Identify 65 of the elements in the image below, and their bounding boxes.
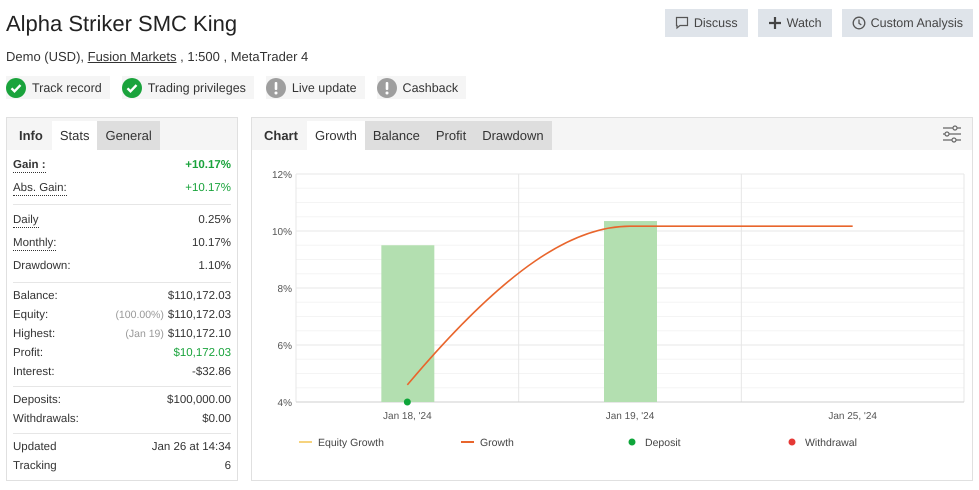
plus-icon bbox=[768, 16, 782, 30]
action-button[interactable]: Discuss bbox=[664, 9, 748, 37]
legend-label: Deposit bbox=[645, 437, 681, 449]
axis-label: 10% bbox=[272, 227, 292, 238]
stat-label: Updated bbox=[13, 440, 56, 455]
stat-label: Deposits: bbox=[13, 393, 61, 408]
stat-value: $110,172.10 bbox=[168, 327, 231, 342]
tab[interactable]: Profit bbox=[428, 121, 474, 150]
stat-value: -$32.86 bbox=[192, 365, 231, 380]
stat-label: Abs. Gain: bbox=[13, 181, 67, 196]
stat-label: Tracking bbox=[13, 459, 57, 474]
tab[interactable]: Growth bbox=[306, 121, 365, 150]
status-badge: Live update bbox=[266, 76, 365, 99]
stat-value: $100,000.00 bbox=[167, 393, 231, 408]
axis-label: 4% bbox=[278, 398, 292, 409]
stat-value: 10.17% bbox=[192, 236, 231, 251]
panel-heading: Chart bbox=[263, 128, 299, 142]
axis-label: Jan 25, '24 bbox=[828, 411, 877, 422]
axis-label: 6% bbox=[278, 341, 292, 352]
action-button[interactable]: Custom Analysis bbox=[842, 9, 973, 37]
panel-heading: Info bbox=[18, 128, 44, 142]
account-info: Demo (USD), bbox=[6, 49, 86, 64]
stat-label: Balance: bbox=[13, 289, 58, 304]
stat-value: $0.00 bbox=[202, 412, 231, 427]
tab[interactable]: Stats bbox=[52, 121, 98, 150]
status-badge: Track record bbox=[6, 76, 110, 99]
legend-label: Equity Growth bbox=[318, 437, 384, 449]
axis-label: Jan 19, '24 bbox=[606, 411, 654, 422]
legend-label: Growth bbox=[480, 437, 514, 449]
broker-link[interactable]: Fusion Markets bbox=[88, 49, 176, 64]
stat-note: (100.00%) bbox=[115, 308, 164, 323]
stat-value: $110,172.03 bbox=[168, 308, 231, 323]
settings-icon[interactable] bbox=[942, 125, 962, 143]
legend-label: Withdrawal bbox=[805, 437, 857, 449]
axis-label: 8% bbox=[278, 284, 292, 295]
stat-value: $10,172.03 bbox=[173, 346, 231, 361]
stat-value: 0.25% bbox=[198, 213, 231, 228]
stat-label: Gain : bbox=[13, 158, 46, 173]
stat-label: Equity: bbox=[13, 308, 48, 323]
axis-label: Jan 18, '24 bbox=[383, 411, 432, 422]
stat-value: +10.17% bbox=[185, 181, 231, 196]
stat-label: Monthly: bbox=[13, 236, 56, 251]
chat-icon bbox=[674, 16, 689, 30]
stat-label: Drawdown: bbox=[13, 259, 71, 274]
stat-value: Jan 26 at 14:34 bbox=[152, 440, 231, 455]
stat-label: Interest: bbox=[13, 365, 55, 380]
tab[interactable]: General bbox=[97, 121, 160, 150]
stat-value: 1.10% bbox=[198, 259, 231, 274]
clock-icon bbox=[852, 16, 866, 30]
page-title: Alpha Striker SMC King bbox=[6, 10, 238, 38]
stat-value: 6 bbox=[224, 459, 231, 474]
stat-value: $110,172.03 bbox=[168, 289, 231, 304]
tab[interactable]: Drawdown bbox=[474, 121, 552, 150]
stat-note: (Jan 19) bbox=[125, 327, 164, 342]
tab[interactable]: Balance bbox=[364, 121, 428, 150]
stat-label: Highest: bbox=[13, 327, 56, 342]
axis-label: 12% bbox=[272, 170, 292, 181]
stat-label: Daily bbox=[13, 213, 39, 228]
stat-label: Profit: bbox=[13, 346, 44, 361]
action-button[interactable]: Watch bbox=[758, 9, 832, 37]
account-details: , 1:500 , MetaTrader 4 bbox=[179, 49, 308, 64]
status-badge: Trading privileges bbox=[122, 76, 254, 99]
stat-value: +10.17% bbox=[185, 158, 231, 173]
status-badge: Cashback bbox=[376, 76, 466, 99]
stat-label: Withdrawals: bbox=[13, 412, 79, 427]
